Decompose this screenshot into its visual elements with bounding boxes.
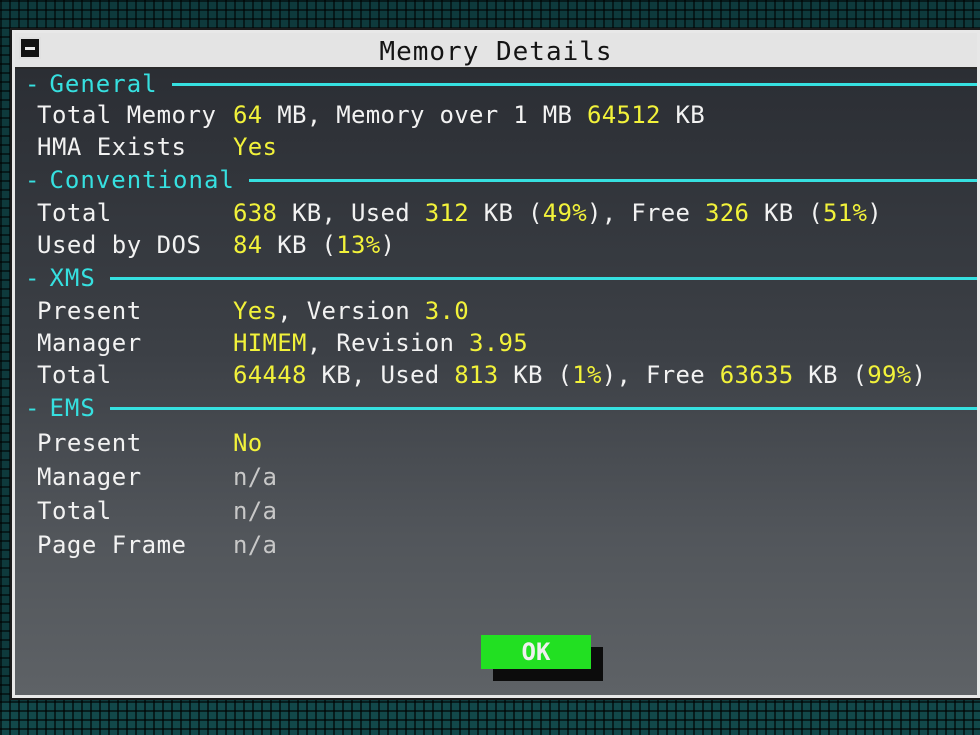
label-conventional-total: Total [37, 199, 112, 227]
value-ems-manager: n/a [233, 461, 277, 493]
row-xms-total: Total 64448 KB, Used 813 KB (1%), Free 6… [37, 359, 967, 391]
conv-total-kb: 638 [233, 199, 278, 227]
xms-used-kb: 813 [454, 361, 499, 389]
label-ems-page-frame: Page Frame [37, 531, 187, 559]
memory-over-1mb-kb: 64512 [586, 101, 661, 129]
section-rule [248, 178, 977, 182]
xms-version: 3.0 [424, 297, 469, 325]
row-xms-present: Present Yes, Version 3.0 [37, 295, 967, 327]
total-memory-mb: 64 [233, 101, 263, 129]
value-xms-present: Yes, Version 3.0 [233, 295, 469, 327]
section-title-xms: XMS [49, 264, 96, 292]
label-used-by-dos: Used by DOS [37, 231, 202, 259]
section-header-xms: - XMS [25, 263, 977, 293]
xms-text-3: ), Free [601, 361, 720, 389]
xms-manager-text: , Revision [306, 329, 469, 357]
row-ems-page-frame: Page Frame n/a [37, 529, 967, 561]
value-ems-total: n/a [233, 495, 277, 527]
section-header-general: - General [25, 69, 977, 99]
xms-used-pct: 1% [572, 361, 602, 389]
xms-present-value: Yes [233, 297, 278, 325]
hma-exists-value: Yes [233, 133, 278, 161]
ems-manager-value: n/a [233, 463, 278, 491]
row-ems-present: Present No [37, 427, 967, 459]
section-dash: - [25, 394, 40, 422]
dos-kb: 84 [233, 231, 263, 259]
conv-text-4: KB ( [749, 199, 823, 227]
value-conventional-total: 638 KB, Used 312 KB (49%), Free 326 KB (… [233, 197, 882, 229]
row-hma-exists: HMA Exists Yes [37, 131, 967, 163]
conv-free-pct: 51% [823, 199, 868, 227]
conv-text-1: KB, Used [277, 199, 425, 227]
section-rule [171, 82, 977, 86]
section-title-ems: EMS [49, 394, 96, 422]
value-used-by-dos: 84 KB (13%) [233, 229, 395, 261]
conv-text-5: ) [867, 199, 882, 227]
ems-present-value: No [233, 429, 263, 457]
dos-pct: 13% [336, 231, 381, 259]
row-used-by-dos: Used by DOS 84 KB (13%) [37, 229, 967, 261]
label-ems-present: Present [37, 429, 142, 457]
total-memory-text: MB, Memory over 1 MB [262, 101, 587, 129]
section-dash: - [25, 70, 40, 98]
section-rule [109, 406, 977, 410]
label-ems-total: Total [37, 497, 112, 525]
xms-text-2: KB ( [498, 361, 573, 389]
value-xms-manager: HIMEM, Revision 3.95 [233, 327, 528, 359]
conv-text-3: ), Free [587, 199, 705, 227]
value-total-memory: 64 MB, Memory over 1 MB 64512 KB [233, 99, 705, 131]
dos-text-2: ) [380, 231, 396, 259]
memory-details-dialog: Memory Details - General Total Memory 64… [12, 30, 980, 698]
value-ems-present: No [233, 427, 263, 459]
ems-total-value: n/a [233, 497, 278, 525]
ems-page-frame-value: n/a [233, 531, 278, 559]
dialog-content: - General Total Memory 64 MB, Memory ove… [15, 69, 977, 695]
value-hma-exists: Yes [233, 131, 277, 163]
label-xms-present: Present [37, 297, 142, 325]
dos-text-1: KB ( [262, 231, 337, 259]
xms-free-pct: 99% [867, 361, 912, 389]
value-ems-page-frame: n/a [233, 529, 277, 561]
section-header-ems: - EMS [25, 393, 977, 423]
section-title-conventional: Conventional [49, 166, 235, 194]
xms-present-text: , Version [277, 297, 425, 325]
row-xms-manager: Manager HIMEM, Revision 3.95 [37, 327, 967, 359]
conv-used-kb: 312 [424, 199, 469, 227]
row-conventional-total: Total 638 KB, Used 312 KB (49%), Free 32… [37, 197, 967, 229]
label-xms-manager: Manager [37, 329, 142, 357]
window-title: Memory Details [379, 37, 613, 67]
memory-over-unit: KB [660, 101, 705, 129]
section-header-conventional: - Conventional [25, 165, 977, 195]
section-title-general: General [49, 70, 158, 98]
label-total-memory: Total Memory [37, 101, 217, 129]
xms-free-kb: 63635 [719, 361, 794, 389]
title-bar[interactable]: Memory Details [15, 33, 977, 69]
xms-text-4: KB ( [793, 361, 868, 389]
value-xms-total: 64448 KB, Used 813 KB (1%), Free 63635 K… [233, 359, 926, 391]
xms-manager-value: HIMEM [233, 329, 307, 357]
xms-text-5: ) [911, 361, 927, 389]
xms-text-1: KB, Used [306, 361, 455, 389]
row-total-memory: Total Memory 64 MB, Memory over 1 MB 645… [37, 99, 967, 131]
row-ems-manager: Manager n/a [37, 461, 967, 493]
ok-button[interactable]: OK [481, 635, 591, 669]
section-dash: - [25, 166, 40, 194]
section-rule [109, 276, 977, 280]
row-ems-total: Total n/a [37, 495, 967, 527]
desktop-background [0, 701, 980, 735]
label-xms-total: Total [37, 361, 112, 389]
conv-free-kb: 326 [705, 199, 750, 227]
section-dash: - [25, 264, 40, 292]
conv-used-pct: 49% [542, 199, 587, 227]
xms-total-kb: 64448 [233, 361, 307, 389]
label-hma-exists: HMA Exists [37, 133, 187, 161]
xms-revision: 3.95 [469, 329, 528, 357]
conv-text-2: KB ( [469, 199, 543, 227]
label-ems-manager: Manager [37, 463, 142, 491]
